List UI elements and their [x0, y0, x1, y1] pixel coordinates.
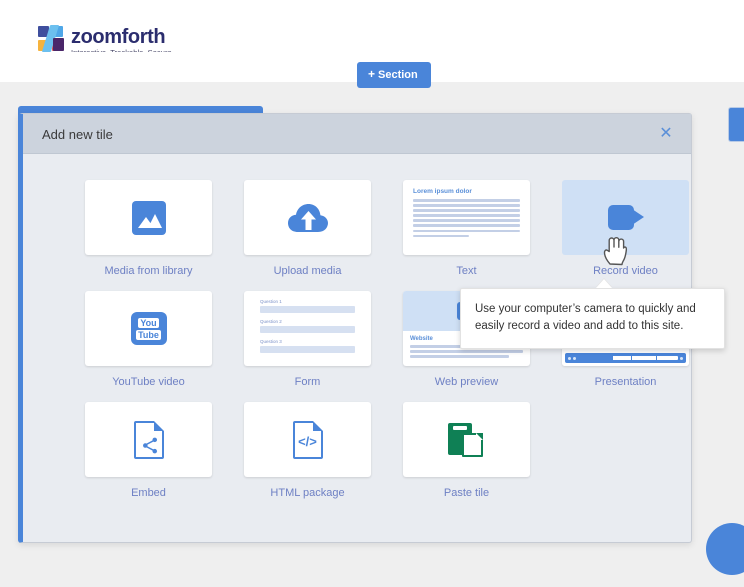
form-question-label: Question 1: [260, 298, 282, 304]
tile-thumbnail: Lorem ipsum dolor: [403, 180, 530, 255]
tile-label: Web preview: [434, 376, 499, 388]
tile-thumbnail: </>: [244, 402, 371, 477]
chat-launcher-bubble[interactable]: [706, 523, 744, 575]
tile-label: Upload media: [273, 265, 342, 277]
tooltip-arrow: [596, 279, 612, 288]
tile-label: Media from library: [104, 265, 193, 277]
tile-text[interactable]: Lorem ipsum dolor Text: [403, 180, 530, 277]
tile-label: Paste tile: [443, 487, 490, 499]
tile-record-video[interactable]: Record video: [562, 180, 689, 277]
tile-form[interactable]: Question 1 Question 2 Question 3 Form: [244, 291, 371, 388]
tile-thumbnail: You Tube: [85, 291, 212, 366]
close-icon[interactable]: ✕: [656, 124, 676, 144]
tile-youtube-video[interactable]: You Tube YouTube video: [85, 291, 212, 388]
tile-embed[interactable]: Embed: [85, 402, 212, 499]
presentation-progress-bar: [565, 353, 686, 363]
tile-paste-tile[interactable]: Paste tile: [403, 402, 530, 499]
cloud-upload-icon: [287, 203, 328, 232]
tile-upload-media[interactable]: Upload media: [244, 180, 371, 277]
tile-label: YouTube video: [112, 376, 185, 388]
share-glyph: [142, 437, 157, 453]
form-preview: Question 1 Question 2 Question 3: [244, 291, 371, 366]
tile-label: Form: [294, 376, 321, 388]
form-question-field: [260, 305, 355, 313]
add-section-label: Section: [378, 69, 418, 81]
form-question-label: Question 3: [260, 338, 282, 344]
tile-html-package[interactable]: </> HTML package: [244, 402, 371, 499]
embed-share-icon: [133, 420, 164, 459]
text-preview: Lorem ipsum dolor: [403, 180, 530, 255]
tile-thumbnail: [85, 180, 212, 255]
text-preview-heading: Lorem ipsum dolor: [413, 188, 472, 195]
tile-media-from-library[interactable]: Media from library: [85, 180, 212, 277]
tile-label: Text: [456, 265, 477, 277]
code-glyph: </>: [298, 433, 317, 449]
video-camera-icon: [607, 205, 644, 230]
code-file-icon: </>: [292, 420, 323, 459]
youtube-icon-line2: Tube: [136, 329, 161, 340]
youtube-icon-line1: You: [138, 317, 159, 328]
zoomforth-logo-icon: [38, 25, 64, 52]
form-question-field: [260, 345, 355, 353]
tile-thumbnail: [562, 180, 689, 255]
app-page: zoomforth Interactive. Trackable. Secure…: [0, 0, 744, 587]
side-panel-tab[interactable]: [728, 107, 744, 142]
youtube-icon: You Tube: [130, 312, 167, 345]
form-question-field: [260, 325, 355, 333]
clipboard-paste-icon: [447, 421, 486, 459]
add-section-button[interactable]: + Section: [357, 62, 431, 88]
tile-thumbnail: [403, 402, 530, 477]
tile-label: Embed: [131, 487, 166, 499]
tile-thumbnail: Question 1 Question 2 Question 3: [244, 291, 371, 366]
tile-label: HTML package: [270, 487, 345, 499]
modal-header: Add new tile ✕: [23, 114, 691, 154]
tile-thumbnail: [85, 402, 212, 477]
form-question-label: Question 2: [260, 318, 282, 324]
image-icon: [131, 200, 166, 235]
brand-name: zoomforth: [71, 26, 166, 48]
site-header: zoomforth Interactive. Trackable. Secure…: [0, 0, 744, 56]
tile-label: Presentation: [594, 376, 657, 388]
modal-title: Add new tile: [42, 127, 113, 142]
tile-thumbnail: [244, 180, 371, 255]
tile-label: Record video: [593, 265, 658, 277]
record-video-tooltip: Use your computer’s camera to quickly an…: [460, 288, 725, 349]
plus-icon: +: [368, 67, 376, 81]
